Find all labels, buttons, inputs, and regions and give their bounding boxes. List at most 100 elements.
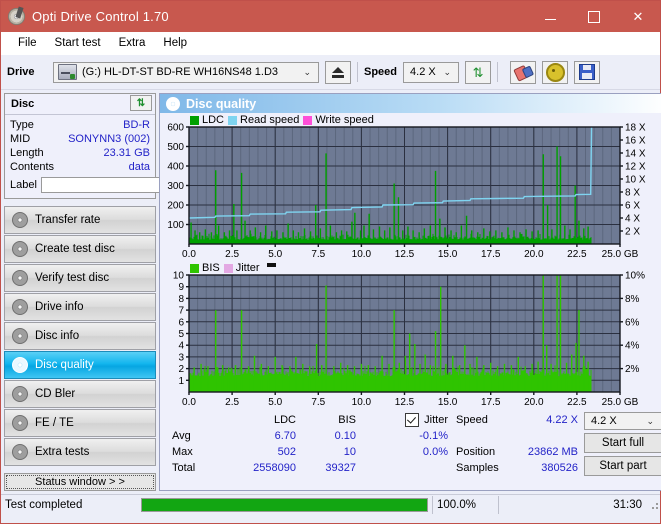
elapsed-time: 31:30 bbox=[498, 496, 648, 514]
sidebar-item-label: Create test disc bbox=[35, 243, 115, 255]
stats-label-total: Total bbox=[172, 462, 196, 474]
disc-panel-header: Disc ⇅ bbox=[5, 94, 155, 115]
svg-text:5.0: 5.0 bbox=[268, 397, 282, 408]
toolbar-separator bbox=[497, 62, 499, 82]
legend-item-read-speed: Read speed bbox=[228, 114, 299, 126]
svg-text:20.0: 20.0 bbox=[524, 397, 544, 408]
stats-ldc-avg: 6.70 bbox=[274, 430, 296, 442]
svg-text:18 X: 18 X bbox=[625, 123, 646, 134]
legend-swatch-icon bbox=[190, 263, 199, 273]
sidebar-item-disc-quality[interactable]: Disc quality bbox=[4, 351, 156, 379]
disc-icon bbox=[166, 96, 180, 111]
disc-refresh-button[interactable]: ⇅ bbox=[130, 95, 152, 111]
ldc-chart: LDC Read speed Write speed 100 200 300 400 5… bbox=[160, 113, 661, 261]
stats-bis-total: 39327 bbox=[325, 462, 356, 474]
disc-quality-panel: Disc quality LDC Read speed Write speed … bbox=[159, 93, 661, 491]
chevron-down-icon: ⌄ bbox=[303, 66, 311, 77]
svg-text:20.0: 20.0 bbox=[524, 249, 544, 260]
svg-text:10%: 10% bbox=[625, 271, 645, 282]
resize-grip-icon[interactable] bbox=[648, 499, 660, 511]
refresh-button[interactable]: ⇅ bbox=[465, 60, 492, 84]
stats-column-bis: BIS 0.10 10 39327 bbox=[296, 412, 356, 490]
legend-swatch-icon bbox=[190, 115, 199, 125]
stats-ldc-max: 502 bbox=[277, 446, 296, 458]
svg-text:5: 5 bbox=[178, 329, 184, 340]
stats-speed-label: Speed bbox=[456, 414, 488, 426]
svg-text:15.0: 15.0 bbox=[438, 397, 458, 408]
svg-text:17.5: 17.5 bbox=[481, 249, 501, 260]
close-button[interactable]: ✕ bbox=[616, 1, 660, 32]
window-title: Opti Drive Control 1.70 bbox=[32, 9, 169, 24]
stats-samples-value: 380526 bbox=[541, 462, 578, 474]
start-full-button[interactable]: Start full bbox=[584, 433, 661, 453]
svg-text:4%: 4% bbox=[625, 341, 640, 352]
legend-swatch-icon bbox=[303, 115, 313, 125]
drive-label: Drive bbox=[7, 66, 35, 78]
stats-label-avg: Avg bbox=[172, 430, 191, 442]
svg-text:2.5: 2.5 bbox=[225, 397, 239, 408]
menu-extra[interactable]: Extra bbox=[110, 35, 155, 51]
disc-length-label: Length bbox=[10, 147, 44, 159]
stats-speed-value: 4.22 X bbox=[546, 414, 578, 426]
erase-button[interactable] bbox=[510, 60, 537, 84]
minimize-button[interactable] bbox=[528, 1, 572, 32]
stats-bis-avg: 0.10 bbox=[334, 430, 356, 442]
drive-select[interactable]: (G:) HL-DT-ST BD-RE WH16NS48 1.D3 ⌄ bbox=[53, 61, 319, 83]
stats-actions: 4.2 X ⌄ Start full Start part bbox=[584, 412, 661, 490]
settings-button[interactable] bbox=[542, 60, 569, 84]
gear-icon bbox=[545, 62, 565, 82]
disc-label-row: Label bbox=[10, 176, 244, 194]
stats-column-meta-values: 4.22 X 23862 MB 380526 bbox=[514, 412, 578, 490]
disc-icon bbox=[12, 444, 28, 460]
disc-type-label: Type bbox=[10, 119, 34, 131]
svg-text:10.0: 10.0 bbox=[352, 397, 372, 408]
progress-bar-fill bbox=[142, 499, 427, 511]
refresh-icon: ⇅ bbox=[472, 64, 484, 80]
speed-select[interactable]: 4.2 X ⌄ bbox=[403, 61, 460, 83]
svg-text:8 X: 8 X bbox=[625, 188, 640, 199]
menu-start-test[interactable]: Start test bbox=[46, 35, 110, 51]
start-part-button[interactable]: Start part bbox=[584, 456, 661, 476]
svg-text:6 X: 6 X bbox=[625, 201, 640, 212]
drive-icon bbox=[58, 64, 77, 80]
save-button[interactable] bbox=[574, 60, 601, 84]
svg-text:7: 7 bbox=[178, 306, 184, 317]
sidebar-item-create-test-disc[interactable]: Create test disc bbox=[4, 235, 156, 263]
sidebar-item-extra-tests[interactable]: Extra tests bbox=[4, 438, 156, 466]
sidebar-item-verify-test-disc[interactable]: Verify test disc bbox=[4, 264, 156, 292]
status-window-button[interactable]: Status window > > bbox=[4, 473, 156, 491]
svg-text:25.0 GB: 25.0 GB bbox=[602, 249, 639, 260]
sidebar-item-label: Disc info bbox=[35, 330, 80, 342]
app-icon bbox=[8, 8, 25, 25]
sidebar-item-label: Transfer rate bbox=[35, 214, 101, 226]
sidebar-item-label: CD Bler bbox=[35, 388, 76, 400]
svg-text:100: 100 bbox=[167, 220, 184, 231]
svg-text:4: 4 bbox=[178, 341, 184, 352]
stats-jitter-spacer bbox=[356, 460, 448, 476]
eject-button[interactable] bbox=[325, 60, 351, 84]
jitter-checkbox[interactable] bbox=[405, 413, 420, 427]
svg-text:16 X: 16 X bbox=[625, 136, 646, 147]
jitter-toggle-row: Jitter bbox=[356, 412, 448, 428]
sidebar-item-transfer-rate[interactable]: Transfer rate bbox=[4, 206, 156, 234]
test-speed-select[interactable]: 4.2 X ⌄ bbox=[584, 412, 661, 430]
sidebar-item-fe-te[interactable]: FE / TE bbox=[4, 409, 156, 437]
sidebar-item-cd-bler[interactable]: CD Bler bbox=[4, 380, 156, 408]
menu-file[interactable]: File bbox=[9, 35, 46, 51]
sidebar-item-disc-info[interactable]: Disc info bbox=[4, 322, 156, 350]
disc-icon bbox=[12, 357, 28, 373]
window-controls: ✕ bbox=[528, 1, 660, 32]
menu-bar: File Start test Extra Help bbox=[1, 32, 660, 55]
disc-icon bbox=[12, 241, 28, 257]
disc-row-contents: Contents data bbox=[10, 160, 150, 174]
svg-text:22.5: 22.5 bbox=[567, 249, 587, 260]
stats-meta-spacer bbox=[514, 428, 578, 444]
legend-label: Jitter bbox=[235, 262, 260, 274]
menu-help[interactable]: Help bbox=[154, 35, 196, 51]
jitter-marker-icon bbox=[266, 263, 276, 267]
legend-item-bis: BIS bbox=[190, 262, 220, 274]
sidebar-item-drive-info[interactable]: Drive info bbox=[4, 293, 156, 321]
maximize-button[interactable] bbox=[572, 1, 616, 32]
svg-text:10 X: 10 X bbox=[625, 175, 646, 186]
svg-text:4 X: 4 X bbox=[625, 214, 640, 225]
